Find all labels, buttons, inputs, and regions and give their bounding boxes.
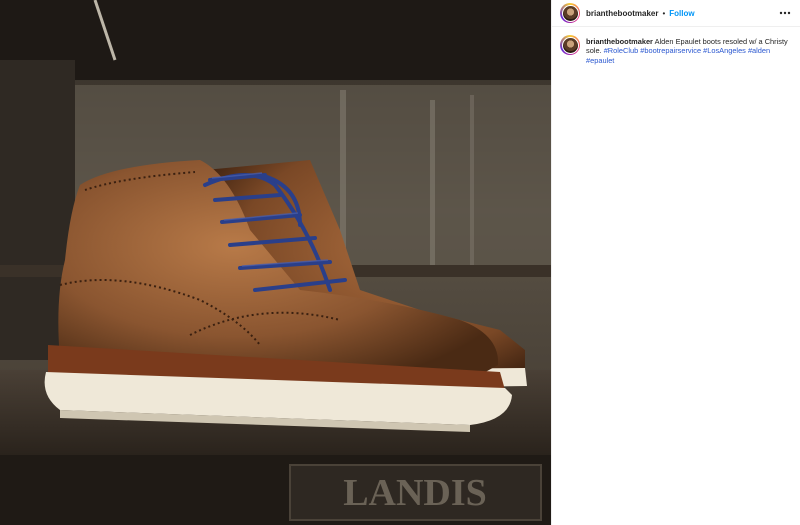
post-sidebar: brianthebootmaker • Follow brianthebootm…: [551, 0, 800, 525]
follow-button[interactable]: Follow: [669, 9, 694, 18]
caption-username[interactable]: brianthebootmaker: [586, 37, 653, 46]
post-dialog: LANDIS brianthebootmaker • Follow briant…: [0, 0, 800, 525]
hashtag[interactable]: #bootrepairservice: [640, 46, 701, 55]
landis-plate-text: LANDIS: [343, 472, 487, 514]
more-horizontal-icon[interactable]: [778, 6, 792, 20]
caption: brianthebootmaker Alden Epaulet boots re…: [552, 27, 800, 65]
avatar[interactable]: [560, 3, 580, 23]
hashtag[interactable]: #alden: [748, 46, 770, 55]
hashtag[interactable]: #RoleClub: [604, 46, 639, 55]
hashtag[interactable]: #epaulet: [586, 56, 614, 65]
author-username[interactable]: brianthebootmaker: [586, 9, 658, 18]
separator-dot: •: [662, 8, 666, 18]
boots-photo: LANDIS: [0, 0, 551, 525]
post-image[interactable]: LANDIS: [0, 0, 551, 525]
post-header: brianthebootmaker • Follow: [552, 0, 800, 27]
hashtag[interactable]: #LosAngeles: [703, 46, 746, 55]
caption-text: brianthebootmaker Alden Epaulet boots re…: [586, 37, 792, 65]
caption-avatar[interactable]: [560, 35, 580, 55]
